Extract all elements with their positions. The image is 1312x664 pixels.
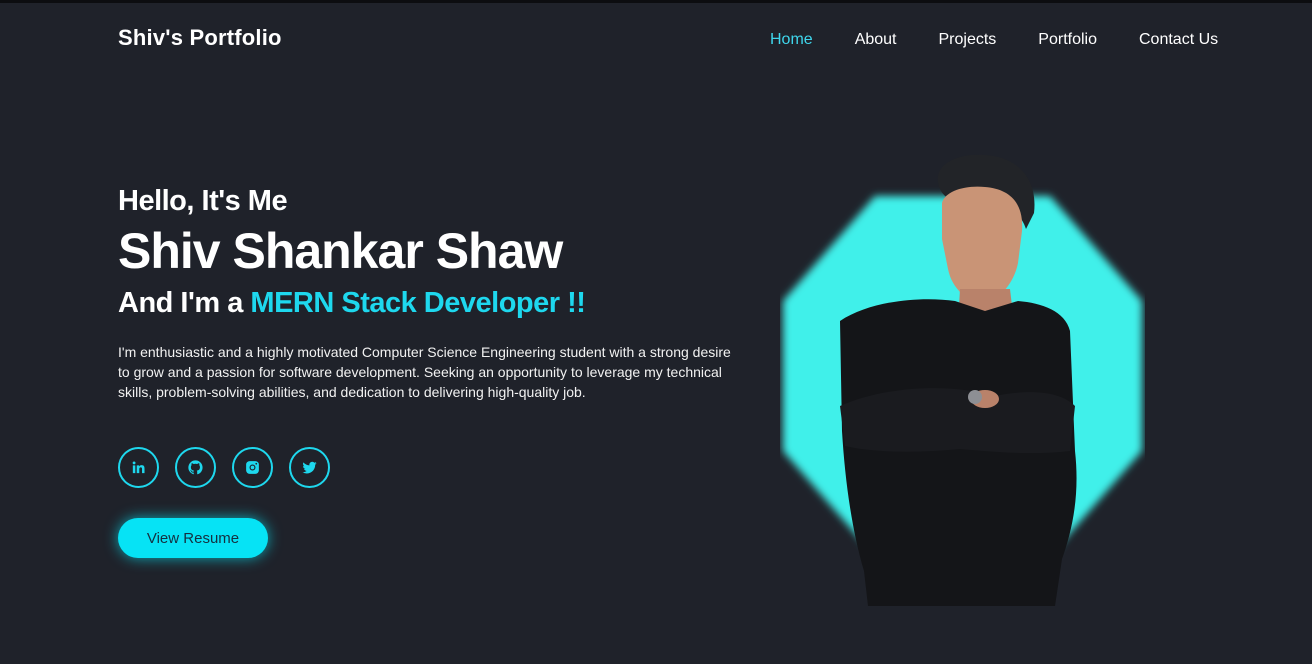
nav-link-about[interactable]: About	[855, 31, 897, 49]
linkedin-link[interactable]	[118, 447, 159, 488]
site-logo[interactable]: Shiv's Portfolio	[118, 25, 282, 51]
nav-link-contact[interactable]: Contact Us	[1139, 31, 1218, 49]
instagram-icon	[246, 461, 259, 474]
navbar: Shiv's Portfolio Home About Projects Por…	[0, 3, 1312, 81]
github-link[interactable]	[175, 447, 216, 488]
hero-bio: I'm enthusiastic and a highly motivated …	[118, 344, 731, 400]
hero-section: Hello, It's Me Shiv Shankar Shaw And I'm…	[118, 185, 738, 402]
github-icon	[188, 460, 203, 475]
nav-link-portfolio[interactable]: Portfolio	[1038, 31, 1097, 49]
twitter-icon	[302, 461, 317, 474]
nav-links: Home About Projects Portfolio Contact Us	[770, 31, 1218, 49]
twitter-link[interactable]	[289, 447, 330, 488]
role-prefix: And I'm a	[118, 287, 251, 319]
hero-name: Shiv Shankar Shaw	[118, 223, 563, 279]
instagram-link[interactable]	[232, 447, 273, 488]
social-links	[118, 447, 346, 488]
profile-illustration	[783, 154, 1142, 606]
watch	[968, 390, 982, 404]
view-resume-button[interactable]: View Resume	[118, 518, 268, 558]
hero-greeting: Hello, It's Me	[118, 185, 288, 217]
hero-role: And I'm a MERN Stack Developer !!	[118, 287, 738, 320]
role-highlight: MERN Stack Developer !!	[250, 287, 586, 319]
profile-photo	[780, 151, 1145, 611]
crossed-arms	[840, 388, 1075, 454]
linkedin-icon	[132, 461, 145, 474]
nav-link-home[interactable]: Home	[770, 31, 813, 49]
nav-link-projects[interactable]: Projects	[939, 31, 997, 49]
